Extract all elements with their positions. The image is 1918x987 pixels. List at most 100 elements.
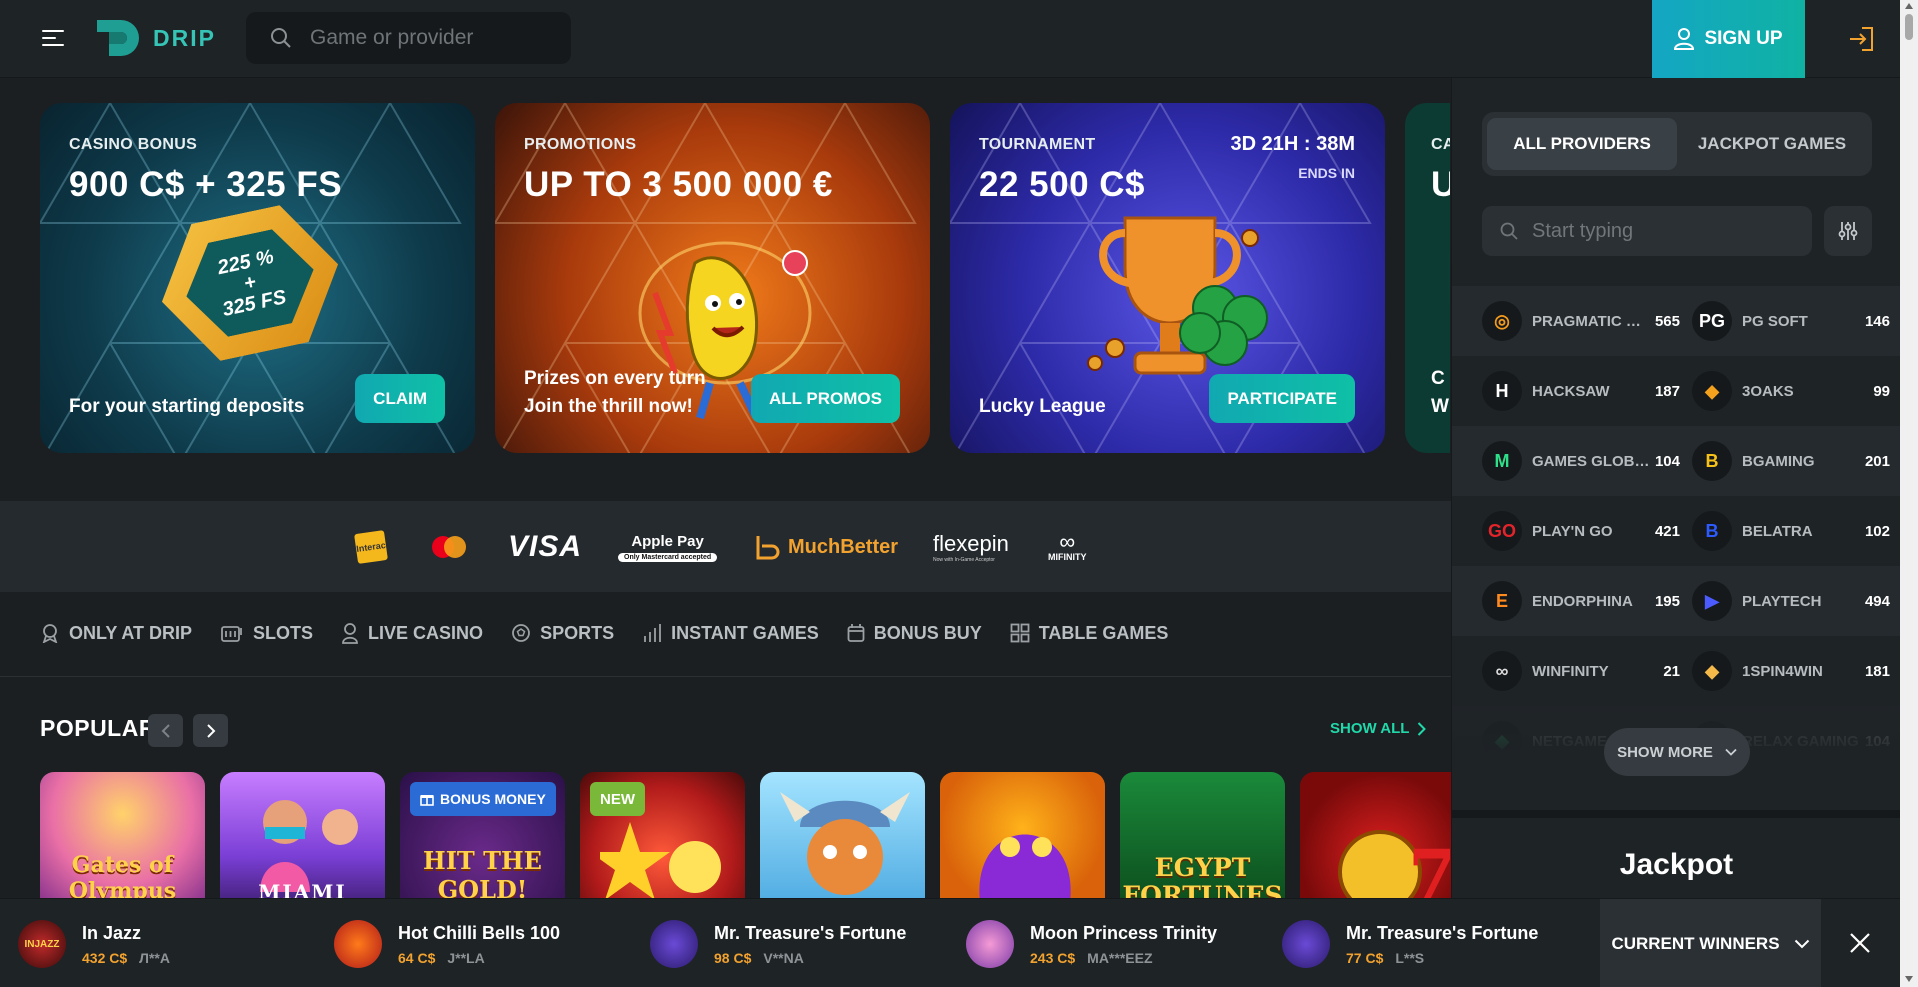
banner-tournament[interactable]: TOURNAMENT 22 500 C$ 3D 21H : 38M ENDS I…	[950, 103, 1385, 453]
mifinity-logo: ∞ MIFINITY	[1048, 529, 1087, 563]
scroll-down-arrow-icon[interactable]	[1905, 976, 1913, 982]
filter-button[interactable]	[1824, 206, 1872, 256]
chevron-left-icon	[161, 723, 170, 738]
category-sports[interactable]: SPORTS	[511, 623, 614, 644]
scroll-up-arrow-icon[interactable]	[1905, 3, 1913, 9]
banner-partial[interactable]: CA U C W	[1405, 103, 1450, 453]
provider-item[interactable]: PG PG SOFT 146	[1692, 300, 1890, 342]
scroll-thumb[interactable]	[1905, 14, 1913, 40]
category-bonus-buy[interactable]: BONUS BUY	[847, 623, 982, 644]
provider-name: 3OAKS	[1742, 382, 1794, 400]
section-divider	[0, 676, 1451, 677]
game-tile[interactable]: 7	[1300, 772, 1451, 898]
all-promos-button[interactable]: ALL PROMOS	[750, 374, 900, 423]
close-icon[interactable]	[1842, 925, 1878, 961]
badge-icon	[42, 624, 58, 643]
provider-name: HACKSAW	[1532, 382, 1610, 400]
muchbetter-icon	[756, 536, 780, 560]
winner-user: J**LA	[447, 949, 485, 966]
provider-item[interactable]: ∞ WINFINITY 21	[1482, 650, 1680, 692]
providers-panel: ALL PROVIDERS JACKPOT GAMES ◎ PRAGMATIC P…	[1451, 78, 1901, 898]
logo-text: DRIP	[153, 24, 216, 51]
winner-user: V**NA	[763, 949, 804, 966]
provider-item[interactable]: ▶ PLAYTECH 494	[1692, 580, 1890, 622]
winner-meta: 64 C$ J**LA	[398, 950, 560, 966]
game-tile[interactable]: EGYPT FORTUNES	[1120, 772, 1285, 898]
provider-item[interactable]: ◆ 1SPIN4WIN 181	[1692, 650, 1890, 692]
provider-item[interactable]: ◎ PRAGMATIC PLAY565	[1482, 300, 1680, 342]
tab-all-providers[interactable]: ALL PROVIDERS	[1487, 118, 1677, 170]
provider-game-count: 146	[1864, 312, 1890, 330]
category-label: SLOTS	[253, 622, 314, 643]
category-live-casino[interactable]: LIVE CASINO	[341, 622, 483, 644]
winner-info: In Jazz 432 C$ Л**А	[82, 923, 170, 966]
winner-item[interactable]: Moon Princess Trinity 243 C$ MA***EEZ	[966, 917, 1217, 971]
gift-icon	[420, 795, 434, 806]
participate-button[interactable]: PARTICIPATE	[1209, 374, 1355, 423]
apple-pay-logo: Apple Pay Only Mastercard accepted	[618, 525, 718, 569]
grid-icon	[1010, 623, 1030, 643]
provider-item[interactable]: E ENDORPHINA 195	[1482, 580, 1680, 622]
winner-game-name: Mr. Treasure's Fortune	[714, 922, 907, 943]
game-tile[interactable]: Gates of Olympus	[40, 772, 205, 898]
provider-item[interactable]: M GAMES GLOBAL 104	[1482, 440, 1680, 482]
game-tile[interactable]: BONUS MONEY HIT THE GOLD!	[400, 772, 565, 898]
search-icon	[271, 28, 291, 48]
user-icon	[1674, 28, 1695, 50]
banner-casino-bonus[interactable]: 225 % + 325 FS CASINO BONUS 900 C$ + 325…	[40, 103, 475, 453]
trophy-art	[1087, 216, 1268, 375]
provider-logo-icon: E	[1482, 581, 1522, 621]
payment-methods-strip: Interac VISA Apple Pay Only Mastercard a…	[0, 501, 1451, 592]
game-character-art	[780, 792, 910, 895]
provider-item[interactable]: GO PLAY'N GO 421	[1482, 510, 1680, 552]
signup-button[interactable]: SIGN UP	[1652, 0, 1805, 78]
search-bar[interactable]	[246, 12, 571, 64]
search-input[interactable]	[310, 26, 530, 50]
game-tile[interactable]: MIAMI	[220, 772, 385, 898]
search-icon	[1500, 222, 1518, 240]
show-all-link[interactable]: SHOW ALL	[1330, 720, 1427, 737]
provider-logo-icon: GO	[1482, 511, 1522, 551]
tab-jackpot-games[interactable]: JACKPOT GAMES	[1677, 118, 1867, 170]
menu-icon[interactable]	[42, 28, 64, 46]
winner-info: Mr. Treasure's Fortune 98 C$ V**NA	[714, 923, 906, 966]
winner-item[interactable]: Mr. Treasure's Fortune 98 C$ V**NA	[650, 917, 906, 971]
page-scrollbar[interactable]	[1900, 0, 1918, 987]
provider-name: 1SPIN4WIN	[1742, 662, 1823, 680]
provider-search[interactable]	[1482, 206, 1812, 256]
game-tile[interactable]	[760, 772, 925, 898]
current-winners-toggle[interactable]: CURRENT WINNERS	[1600, 899, 1821, 987]
banner-promotions[interactable]: PROMOTIONS UP TO 3 500 000 € Prizes on e…	[495, 103, 930, 453]
category-slots[interactable]: SLOTS	[220, 623, 313, 644]
winner-item[interactable]: Hot Chilli Bells 100 64 C$ J**LA	[334, 917, 560, 971]
category-nav: ONLY AT DRIP SLOTS LIVE CASINO SPORTS IN…	[40, 612, 1168, 654]
winner-meta: 98 C$ V**NA	[714, 950, 906, 966]
calendar-icon	[847, 624, 865, 642]
carousel-prev-button[interactable]	[148, 714, 183, 747]
provider-item[interactable]: B BELATRA 102	[1692, 510, 1890, 552]
provider-game-count: 99	[1873, 382, 1890, 400]
provider-item[interactable]: H HACKSAW 187	[1482, 370, 1680, 412]
login-button[interactable]	[1822, 0, 1900, 78]
banner-label: PROMOTIONS	[524, 136, 637, 153]
drip-logo[interactable]: DRIP	[95, 18, 216, 58]
winner-item[interactable]: INJAZZ In Jazz 432 C$ Л**А	[18, 917, 170, 971]
show-more-label: SHOW MORE	[1617, 743, 1713, 761]
category-only-at-drip[interactable]: ONLY AT DRIP	[40, 623, 192, 644]
chevron-down-icon	[1725, 748, 1737, 756]
bonus-chip-text: 225 % + 325 FS	[176, 223, 323, 344]
provider-game-count: 195	[1654, 592, 1680, 610]
category-instant-games[interactable]: INSTANT GAMES	[642, 623, 819, 644]
game-tile[interactable]	[940, 772, 1105, 898]
winner-game-thumb	[334, 920, 382, 968]
provider-logo-icon: PG	[1692, 301, 1732, 341]
category-table-games[interactable]: TABLE GAMES	[1010, 623, 1168, 644]
provider-item[interactable]: B BGAMING 201	[1692, 440, 1890, 482]
game-tile[interactable]: NEW	[580, 772, 745, 898]
carousel-next-button[interactable]	[193, 714, 228, 747]
provider-search-input[interactable]	[1532, 219, 1792, 243]
provider-item[interactable]: ◆ 3OAKS 99	[1692, 370, 1890, 412]
show-more-button[interactable]: SHOW MORE	[1604, 728, 1750, 776]
winner-item[interactable]: Mr. Treasure's Fortune 77 C$ L**S	[1282, 917, 1538, 971]
claim-button[interactable]: CLAIM	[355, 374, 445, 423]
